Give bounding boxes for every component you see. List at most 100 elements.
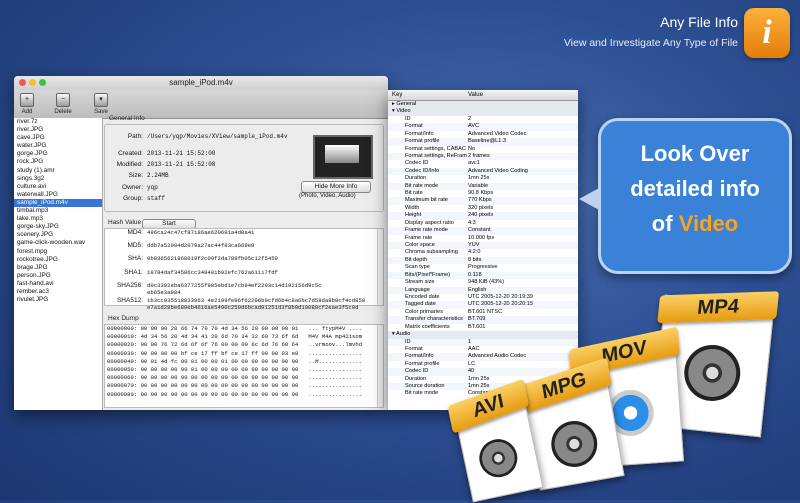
details-row[interactable]: Encoded date UTC 2005-12-20 20:19:39 [388, 294, 578, 301]
details-row[interactable]: Height 240 pixels [388, 212, 578, 220]
toolbar: + Add − Delete ▾ Save [14, 90, 388, 119]
file-list-item[interactable]: river.JPG [14, 126, 102, 134]
save-button[interactable]: ▾ Save [86, 93, 116, 115]
details-row[interactable]: ID 2 [388, 116, 578, 123]
file-list-item[interactable]: waterwall.JPG [14, 191, 102, 199]
general-info-value[interactable]: 2.24MB [147, 172, 169, 179]
file-list-item[interactable]: water.JPG [14, 142, 102, 150]
general-info-value[interactable]: /Users/yqp/Movies/XView/sample_iPod.m4v [147, 133, 287, 140]
hex-line: 00000060: 00 00 00 00 00 00 00 00 00 00 … [107, 374, 363, 382]
value-column-header[interactable]: Value [468, 90, 483, 100]
file-list-item[interactable]: study (1).amr [14, 167, 102, 175]
hash-scrollbar[interactable] [377, 229, 383, 305]
hash-digest[interactable]: 496ca24c47cf87186ae620691a4d0a41 [147, 229, 254, 236]
details-row[interactable]: Format profile LC [388, 361, 578, 368]
file-list-item[interactable]: scenery.JPG [14, 231, 102, 239]
general-info-value[interactable]: 2013-11-21 15:52:08 [147, 161, 215, 168]
file-list-item[interactable]: timbal.mp3 [14, 207, 102, 215]
hex-dump-view[interactable]: 00000000: 00 00 00 20 66 74 79 70 4d 34 … [104, 324, 384, 408]
details-row[interactable]: Width 320 pixels [388, 205, 578, 212]
minimize-window-button[interactable] [29, 79, 36, 86]
details-row[interactable]: Stream size 948 KiB (43%) [388, 279, 578, 286]
details-row[interactable]: Codec ID avc1 [388, 160, 578, 167]
info-caption: (Photo, Video, Audio) [299, 193, 356, 199]
hash-digest[interactable]: ddb7a52094d2079a27ac44f83ca669e9 [147, 242, 254, 249]
file-list-item[interactable]: culture.avi [14, 183, 102, 191]
details-row[interactable]: Frame rate 10.000 fps [388, 235, 578, 242]
file-list-item[interactable]: forest.mpg [14, 248, 102, 256]
details-section-row[interactable]: ▾ Video [388, 108, 578, 116]
details-row[interactable]: Color space YUV [388, 242, 578, 250]
hash-digest-continued[interactable]: e7a1d28be689eb4616ae5490c250d6bcad91251d… [147, 304, 358, 311]
details-row[interactable]: Maximum bit rate 770 Kbps [388, 197, 578, 205]
details-row[interactable]: Format settings, ReFram 2 frames [388, 152, 578, 161]
details-section-row[interactable]: ▾ Audio [388, 331, 578, 339]
details-row[interactable]: Bit rate 90.8 Kbps [388, 190, 578, 197]
details-row[interactable]: Scan type Progressive [388, 264, 578, 271]
details-row[interactable]: Color primaries BT.601 NTSC [388, 309, 578, 316]
details-key: Format settings, CABAC [405, 145, 466, 152]
details-key: Encoded date [405, 293, 440, 300]
details-row[interactable]: Format/Info Advanced Audio Codec [388, 353, 578, 361]
hash-digest[interactable]: 0b8365621968019f2c09f2da788fb05c12f5459 [147, 255, 278, 262]
film-reel-icon [681, 342, 744, 404]
file-list-item[interactable]: rivulet.JPG [14, 296, 102, 304]
details-row[interactable]: Language English [388, 286, 578, 294]
details-row[interactable]: Chroma subsampling 4:2:0 [388, 249, 578, 256]
hash-digest[interactable]: 1b3cc935518833963 4e2199fe96f62296b9cfd6… [147, 297, 365, 304]
details-row[interactable]: Matrix coefficients BT.601 [388, 324, 578, 331]
general-info-value[interactable]: yqp [147, 184, 158, 191]
bubble-line-1: Look Over [640, 141, 750, 166]
details-row[interactable]: Bit depth 8 bits [388, 256, 578, 265]
file-list[interactable]: river.7z river.JPG cave.JPG water.JPG gorge.… [14, 118, 103, 410]
file-list-item[interactable]: rember.ac3 [14, 288, 102, 296]
file-list-item[interactable]: lake.mp3 [14, 215, 102, 223]
hide-more-info-button[interactable]: Hide More Info [301, 181, 371, 193]
zoom-window-button[interactable] [39, 79, 46, 86]
details-row[interactable]: Format AVC [388, 123, 578, 131]
file-list-item[interactable]: rock.JPG [14, 158, 102, 166]
details-row[interactable]: ID 1 [388, 338, 578, 346]
details-row[interactable]: Format profile Baseline@L1.3 [388, 138, 578, 146]
file-list-item[interactable]: fast-hand.avi [14, 280, 102, 288]
details-row[interactable]: Frame rate mode Constant [388, 227, 578, 235]
details-row[interactable]: Display aspect ratio 4:3 [388, 220, 578, 227]
details-row[interactable]: Format/Info Advanced Video Codec [388, 131, 578, 138]
file-list-item[interactable]: river.7z [14, 118, 102, 126]
file-list-item[interactable]: sings.3g2 [14, 175, 102, 183]
add-button[interactable]: + Add [14, 93, 42, 115]
details-row[interactable]: Duration 1mn 25s [388, 175, 578, 182]
delete-button[interactable]: − Delete [48, 93, 78, 115]
details-row[interactable]: Bits/(Pixel*Frame) 0.118 [388, 271, 578, 280]
file-list-item[interactable]: sample_iPod.m4v [14, 198, 102, 208]
details-row[interactable]: Codec ID/Info Advanced Video Coding [388, 167, 578, 176]
file-list-item[interactable]: brage.JPG [14, 264, 102, 272]
file-list-item[interactable]: person.JPG [14, 272, 102, 280]
hash-digest[interactable]: 19784daf34586cc348481b92efc762a61117fdf [147, 269, 278, 276]
hex-scrollbar[interactable] [377, 325, 383, 407]
file-list-item[interactable]: gorge-sky.JPG [14, 223, 102, 231]
file-list-item[interactable]: gorge.JPG [14, 150, 102, 158]
general-info-value[interactable]: 2013-11-21 15:52:00 [147, 150, 215, 157]
details-table: ▸ General ▾ Video ID 2 Format AVC Format/Info A… [388, 101, 578, 398]
general-info-row: Modified: 2013-11-21 15:52:08 [105, 161, 216, 168]
hash-digest-continued[interactable]: eb65e3a984 [147, 289, 181, 296]
details-row[interactable]: Transfer characteristics BT.709 [388, 316, 578, 324]
details-value: No [468, 145, 476, 152]
general-info-value[interactable]: staff [147, 195, 165, 202]
details-row[interactable]: Format AAC [388, 346, 578, 353]
details-row[interactable]: Codec ID 40 [388, 368, 578, 376]
details-row[interactable]: Tagged date UTC 2005-12-20 20:20:15 [388, 301, 578, 309]
details-row[interactable]: Format settings, CABAC No [388, 146, 578, 153]
details-value: 0.118 [468, 271, 482, 278]
file-list-item[interactable]: rockotree.JPG [14, 256, 102, 264]
file-list-item[interactable]: game-click-wooden.wav [14, 239, 102, 247]
hash-algorithm: SHA: [127, 255, 143, 262]
window-titlebar[interactable]: sample_iPod.m4v [14, 76, 388, 90]
details-section-row[interactable]: ▸ General [388, 101, 578, 109]
close-window-button[interactable] [19, 79, 26, 86]
key-column-header[interactable]: Key [392, 90, 402, 100]
hash-digest[interactable]: d0c3302eba6377255f985ebd1e7cb94ef2293c14… [147, 282, 322, 289]
details-row[interactable]: Bit rate mode Variable [388, 182, 578, 191]
file-list-item[interactable]: cave.JPG [14, 134, 102, 142]
